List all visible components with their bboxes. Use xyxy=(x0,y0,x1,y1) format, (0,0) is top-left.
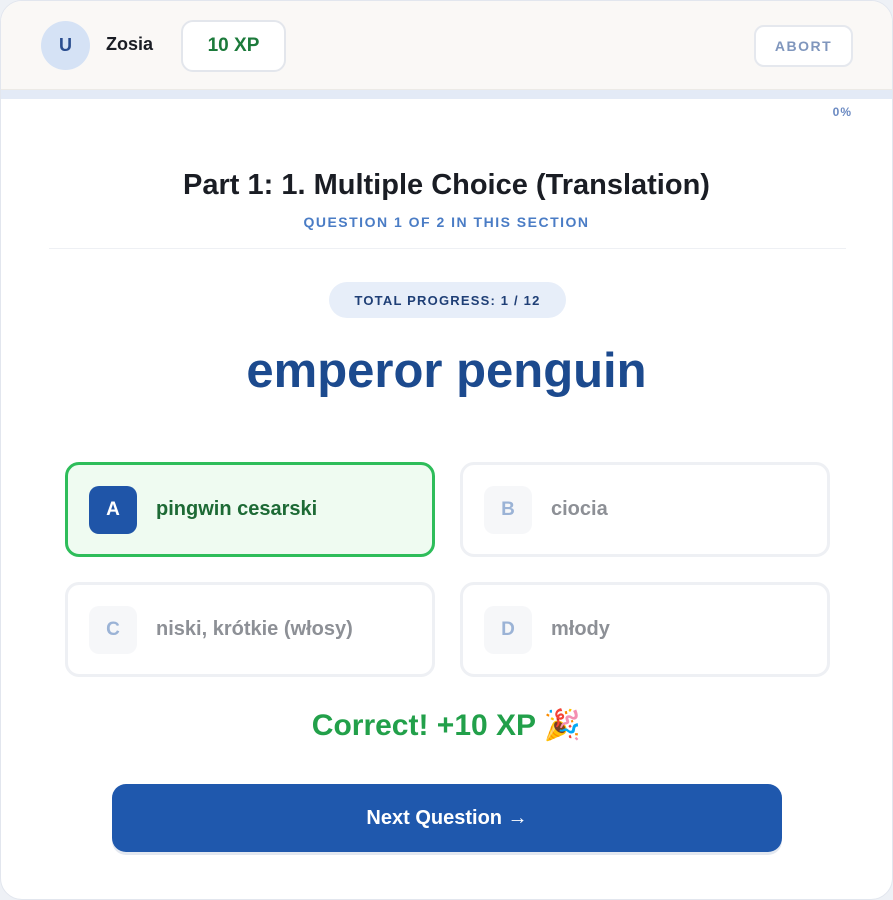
option-b[interactable]: B ciocia xyxy=(460,462,830,557)
abort-button[interactable]: ABORT xyxy=(754,25,853,67)
xp-badge: 10 XP xyxy=(181,20,286,72)
option-letter: C xyxy=(89,606,137,654)
section-subtitle: QUESTION 1 OF 2 IN THIS SECTION xyxy=(303,214,590,230)
prompt-word: emperor penguin xyxy=(246,344,647,398)
option-text: ciocia xyxy=(551,498,608,520)
option-a[interactable]: A pingwin cesarski xyxy=(65,462,435,557)
option-letter: A xyxy=(89,486,137,534)
section-title: Part 1: 1. Multiple Choice (Translation) xyxy=(183,169,710,201)
username: Zosia xyxy=(106,34,154,54)
option-text: młody xyxy=(551,618,610,640)
feedback-message: Correct! +10 XP 🎉 xyxy=(311,709,582,742)
total-progress-badge: TOTAL PROGRESS: 1 / 12 xyxy=(329,282,566,318)
option-c[interactable]: C niski, krótkie (włosy) xyxy=(65,582,435,677)
divider xyxy=(49,248,846,249)
quiz-card: U Zosia 10 XP ABORT 0% Part 1: 1. Multip… xyxy=(0,0,893,900)
next-question-button[interactable]: Next Question → xyxy=(112,784,782,852)
progress-bar xyxy=(1,90,892,99)
progress-percent: 0% xyxy=(832,105,852,119)
avatar: U xyxy=(41,21,90,70)
header-bar: U Zosia 10 XP ABORT xyxy=(1,1,892,90)
option-letter: D xyxy=(484,606,532,654)
option-letter: B xyxy=(484,486,532,534)
option-text: niski, krótkie (włosy) xyxy=(156,618,353,640)
option-text: pingwin cesarski xyxy=(156,498,318,520)
option-d[interactable]: D młody xyxy=(460,582,830,677)
